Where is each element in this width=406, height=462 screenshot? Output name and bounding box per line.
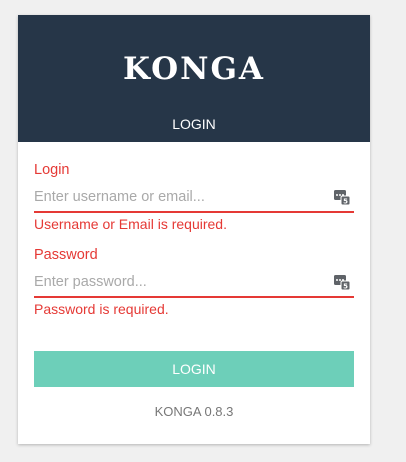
svg-text:5: 5 [343, 198, 348, 206]
version-label: KONGA 0.8.3 [154, 404, 234, 419]
login-button[interactable]: LOGIN [34, 351, 354, 387]
svg-text:5: 5 [343, 283, 348, 291]
login-label: Login [34, 162, 70, 178]
login-header: KONGA LOGIN [18, 15, 370, 142]
konga-logo: KONGA [123, 51, 265, 87]
login-field: 5 [34, 183, 354, 213]
password-field: 5 [34, 268, 354, 298]
login-card: KONGA LOGIN Login 5 Username or Email is… [18, 15, 370, 444]
password-error: Password is required. [34, 301, 169, 317]
login-input[interactable] [34, 183, 324, 211]
password-input[interactable] [34, 268, 324, 296]
password-manager-icon[interactable]: 5 [334, 274, 351, 291]
login-heading: LOGIN [172, 116, 216, 132]
password-manager-icon[interactable]: 5 [334, 189, 351, 206]
login-error: Username or Email is required. [34, 216, 227, 232]
password-label: Password [34, 247, 98, 263]
